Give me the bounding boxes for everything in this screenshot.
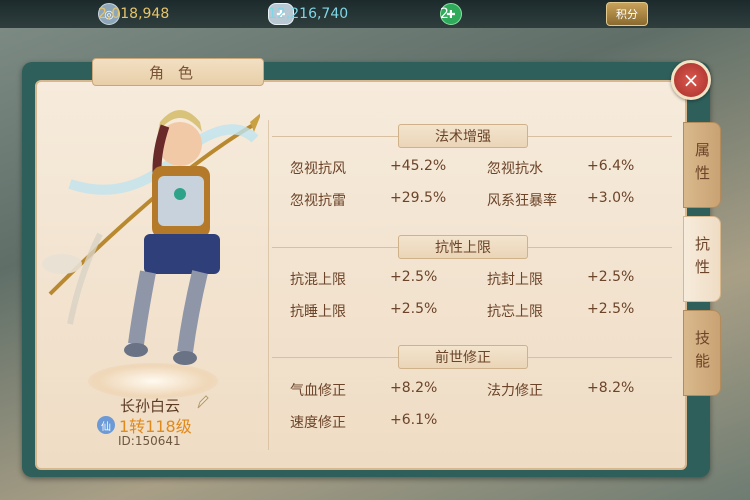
gem-currency: ✚ 2: [440, 3, 468, 25]
edit-name-icon[interactable]: [196, 394, 210, 410]
character-portrait: [40, 84, 262, 399]
tab-skills-label: 技能: [693, 330, 711, 376]
gem-amount: 2: [440, 6, 449, 22]
stat-label: 忽视抗雷: [290, 193, 346, 209]
stat-value: +8.2%: [390, 380, 438, 396]
gold-currency: ✚ 12,216,740: [268, 3, 348, 25]
tab-attributes-label: 属性: [693, 142, 711, 188]
stat-label: 忽视抗水: [487, 161, 543, 177]
stat-label: 法力修正: [487, 383, 543, 399]
gold-amount: 12,216,740: [268, 6, 349, 22]
stat-value: +6.1%: [390, 412, 438, 428]
stat-label: 忽视抗风: [290, 161, 346, 177]
stat-label: 抗封上限: [487, 272, 543, 288]
section-magic-title: 法术增强: [398, 124, 528, 148]
stat-value: +45.2%: [390, 158, 447, 174]
stat-label: 速度修正: [290, 415, 346, 431]
close-button[interactable]: ×: [671, 60, 711, 100]
stat-value: +3.0%: [587, 190, 635, 206]
points-button[interactable]: 积分: [606, 2, 648, 26]
panel-title: 角色: [92, 58, 264, 86]
immortal-badge: 仙: [97, 416, 115, 434]
stat-label: 风系狂暴率: [487, 193, 557, 209]
section-resist-title: 抗性上限: [398, 235, 528, 259]
stat-value: +8.2%: [587, 380, 635, 396]
stat-value: +6.4%: [587, 158, 635, 174]
stat-value: +2.5%: [390, 301, 438, 317]
silver-amount: 2,018,948: [98, 6, 170, 22]
stat-label: 抗忘上限: [487, 304, 543, 320]
silver-currency: ◎ 2,018,948: [98, 3, 169, 25]
tab-resistance[interactable]: 抗性: [683, 216, 721, 302]
stat-value: +29.5%: [390, 190, 447, 206]
character-id: ID:150641: [118, 434, 181, 448]
currency-bar: ◎ 2,018,948 ✚ 12,216,740 ✚ 2 积分: [0, 0, 750, 28]
tab-skills[interactable]: 技能: [683, 310, 721, 396]
tab-resistance-label: 抗性: [693, 236, 711, 282]
stat-label: 气血修正: [290, 383, 346, 399]
stat-value: +2.5%: [587, 269, 635, 285]
stat-value: +2.5%: [390, 269, 438, 285]
tab-attributes[interactable]: 属性: [683, 122, 721, 208]
stat-label: 抗睡上限: [290, 304, 346, 320]
panel-divider: [268, 120, 269, 450]
stat-value: +2.5%: [587, 301, 635, 317]
character-figure: [42, 110, 262, 365]
section-past-title: 前世修正: [398, 345, 528, 369]
stat-label: 抗混上限: [290, 272, 346, 288]
